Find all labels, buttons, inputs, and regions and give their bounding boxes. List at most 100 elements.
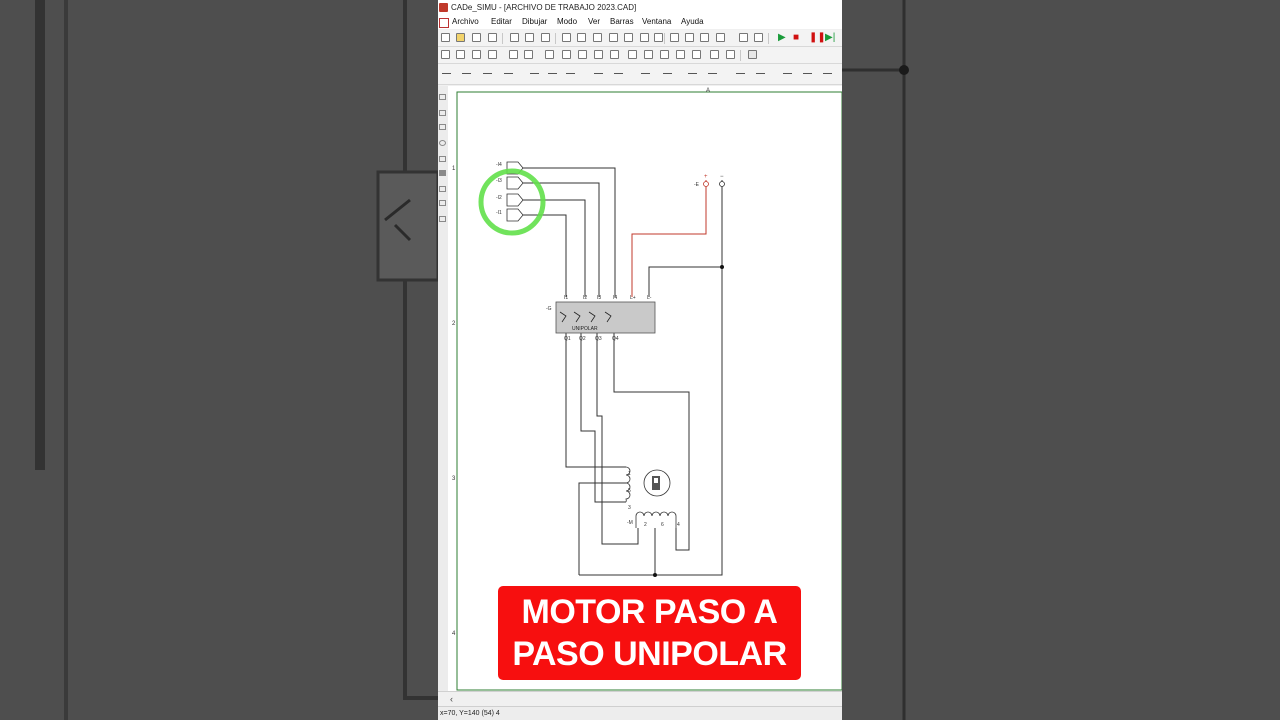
line-6-icon[interactable]	[641, 69, 650, 78]
line-5-icon[interactable]	[614, 69, 623, 78]
module-input-i2: I2	[583, 295, 587, 301]
left-blurred-background	[0, 0, 438, 720]
menu-ventana[interactable]: Ventana	[642, 15, 671, 29]
select-tool-icon[interactable]	[439, 94, 446, 100]
step-simulation-icon[interactable]: ▶|	[825, 31, 835, 45]
wire-tool-icon[interactable]	[442, 69, 451, 78]
breaker-icon[interactable]	[472, 50, 481, 59]
switch-icon[interactable]	[562, 50, 571, 59]
line-2-icon[interactable]	[548, 69, 557, 78]
fill-tool-icon[interactable]	[439, 170, 446, 176]
paste-icon[interactable]	[541, 33, 550, 42]
toolbar-separator	[555, 33, 556, 44]
menu-modo[interactable]: Modo	[557, 15, 577, 29]
pointer-icon[interactable]	[441, 50, 450, 59]
print-preview-icon[interactable]	[577, 33, 586, 42]
horizontal-scrollbar[interactable]: ‹	[438, 691, 842, 707]
menu-ayuda[interactable]: Ayuda	[681, 15, 704, 29]
relay-icon[interactable]	[524, 50, 533, 59]
play-simulation-icon[interactable]: ▶	[778, 31, 786, 45]
coil-icon[interactable]	[628, 50, 637, 59]
redo-icon[interactable]	[685, 33, 694, 42]
menu-dibujar[interactable]: Dibujar	[522, 15, 547, 29]
supply-plus-terminal[interactable]	[703, 181, 709, 187]
fuse-icon[interactable]	[456, 50, 465, 59]
pencil-tool-icon[interactable]	[439, 200, 446, 206]
rectangle-tool-icon[interactable]	[439, 124, 446, 130]
pushbutton-icon[interactable]	[545, 50, 554, 59]
motor-rotor-mark	[654, 478, 658, 483]
line-8-icon[interactable]	[783, 69, 792, 78]
stepper-motor[interactable]	[625, 466, 677, 528]
open-folder-icon[interactable]	[456, 33, 465, 42]
polyline-tool-icon[interactable]	[439, 186, 446, 192]
new-file-icon[interactable]	[441, 33, 450, 42]
undo-icon[interactable]	[670, 33, 679, 42]
terminal-icon[interactable]	[710, 50, 719, 59]
zoom-out-icon[interactable]	[640, 33, 649, 42]
save-icon[interactable]	[472, 33, 481, 42]
pan-icon[interactable]	[624, 33, 633, 42]
copy-icon[interactable]	[525, 33, 534, 42]
menu-ver[interactable]: Ver	[588, 15, 600, 29]
pneumatic-icon[interactable]	[644, 50, 653, 59]
zoom-icon[interactable]	[593, 33, 602, 42]
switch-i3[interactable]	[506, 176, 524, 190]
switch-i1[interactable]	[506, 208, 524, 222]
plc-icon[interactable]	[676, 50, 685, 59]
unipolar-module[interactable]	[555, 301, 656, 334]
circle-tool-icon[interactable]	[439, 140, 446, 146]
label-icon[interactable]	[716, 33, 725, 42]
sensor-icon[interactable]	[578, 50, 587, 59]
wire-cross-icon[interactable]	[483, 69, 492, 78]
cut-icon[interactable]	[510, 33, 519, 42]
arc-tool-icon[interactable]	[439, 156, 446, 162]
line-9-icon[interactable]	[803, 69, 812, 78]
menu-barras[interactable]: Barras	[610, 15, 634, 29]
bus-end-icon[interactable]	[756, 69, 765, 78]
bus-icon[interactable]	[692, 50, 701, 59]
stop-simulation-icon[interactable]: ■	[793, 31, 799, 45]
bus-split-icon[interactable]	[736, 69, 745, 78]
components-toolbar	[438, 47, 842, 64]
caption-line-1: MOTOR PASO A	[521, 593, 778, 631]
save-all-icon[interactable]	[488, 33, 497, 42]
wire-join-icon[interactable]	[462, 69, 471, 78]
caption-line-2: PASO UNIPOLAR	[512, 635, 787, 673]
toolbar-separator	[768, 33, 769, 44]
line-tool-icon[interactable]	[439, 110, 446, 116]
connector-icon[interactable]	[726, 50, 735, 59]
line-tool-icon[interactable]	[739, 33, 748, 42]
switch-i2[interactable]	[506, 193, 524, 207]
valve-icon[interactable]	[660, 50, 669, 59]
line-7-icon[interactable]	[663, 69, 672, 78]
document-menu-icon[interactable]	[439, 18, 449, 28]
line-1-icon[interactable]	[530, 69, 539, 78]
supply-minus-terminal[interactable]	[719, 181, 725, 187]
lamp-icon[interactable]	[594, 50, 603, 59]
zoom-fit-icon[interactable]	[754, 33, 763, 42]
print-icon[interactable]	[562, 33, 571, 42]
contactor-icon[interactable]	[488, 50, 497, 59]
zoom-window-icon[interactable]	[609, 33, 618, 42]
drive-icon[interactable]	[748, 50, 757, 59]
menu-editar[interactable]: Editar	[491, 15, 512, 29]
line-10-icon[interactable]	[823, 69, 832, 78]
toolbar-separator	[502, 33, 503, 44]
motor-terminal-4: 4	[677, 522, 680, 528]
motor-icon[interactable]	[509, 50, 518, 59]
pause-simulation-icon[interactable]: ❚❚	[809, 31, 826, 45]
line-4-icon[interactable]	[594, 69, 603, 78]
wire-t-icon[interactable]	[504, 69, 513, 78]
timer-icon[interactable]	[610, 50, 619, 59]
text-tool-icon[interactable]	[439, 216, 446, 222]
bus-joint-icon[interactable]	[708, 69, 717, 78]
cursor-coordinates: x=70, Y=140 (54) 4	[440, 710, 500, 717]
line-3-icon[interactable]	[566, 69, 575, 78]
scroll-left-arrow-icon[interactable]: ‹	[450, 694, 453, 704]
text-icon[interactable]	[700, 33, 709, 42]
motor-tag: -M	[627, 520, 633, 526]
grid-icon[interactable]	[654, 33, 663, 42]
menu-archivo[interactable]: Archivo	[452, 15, 479, 29]
bus-line-icon[interactable]	[688, 69, 697, 78]
